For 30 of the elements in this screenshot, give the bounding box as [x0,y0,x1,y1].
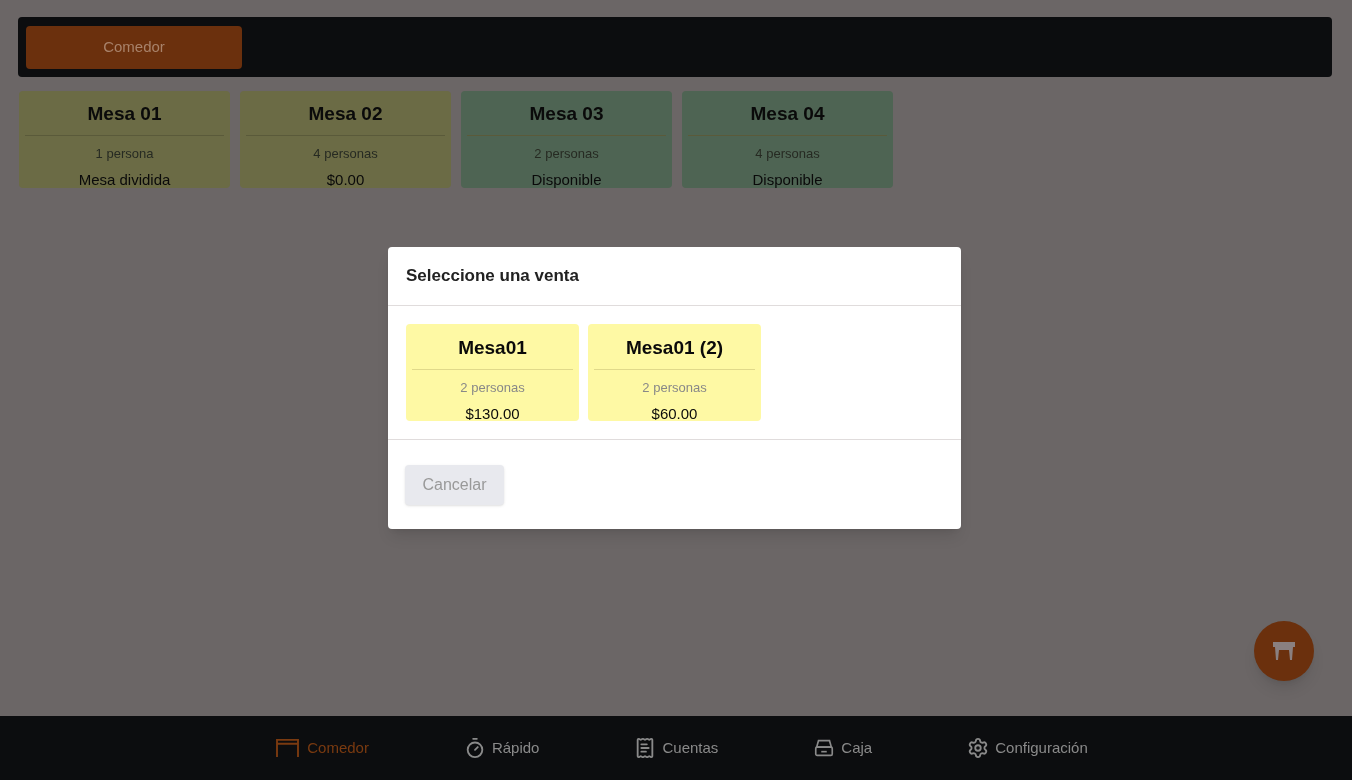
table-name: Mesa 03 [529,102,604,126]
people-count: 4 personas [755,144,820,163]
table-name: Mesa 01 [87,102,162,126]
table-status: Mesa dividida [78,170,171,190]
people-count: 4 personas [313,144,378,163]
table-card[interactable]: Mesa 03 2 personas Disponible [461,91,672,188]
nav-item[interactable]: Caja [813,736,873,760]
table-status: Disponible [531,170,602,190]
table-card[interactable]: Mesa 02 4 personas $0.00 [240,91,451,188]
settings-icon [967,737,990,759]
table-icon [274,737,302,759]
table-name: Mesa 02 [308,102,383,126]
nav-item[interactable]: Cuentas [634,736,719,760]
section-tab[interactable]: Comedor [26,25,242,69]
table-icon [1271,641,1297,661]
table-card[interactable]: Mesa 04 4 personas Disponible [682,91,893,188]
cash-register-icon [813,737,836,759]
sale-card[interactable]: Mesa01 2 personas $130.00 [406,324,579,421]
nav-item[interactable]: Comedor [274,736,369,760]
table-card[interactable]: Mesa 01 1 persona Mesa dividida [19,91,230,188]
floating-action-button[interactable] [1254,621,1314,681]
people-count: 1 persona [95,144,154,163]
dialog-title: Seleccione una venta [406,265,579,288]
table-name: Mesa 04 [750,102,825,126]
nav-item[interactable]: Configuración [967,736,1088,760]
sale-card[interactable]: Mesa01 (2) 2 personas $60.00 [588,324,761,421]
table-status: Disponible [752,170,823,190]
nav-item[interactable]: Rápido [463,736,540,760]
people-count: 2 personas [534,144,599,163]
table-status: $0.00 [326,170,365,190]
